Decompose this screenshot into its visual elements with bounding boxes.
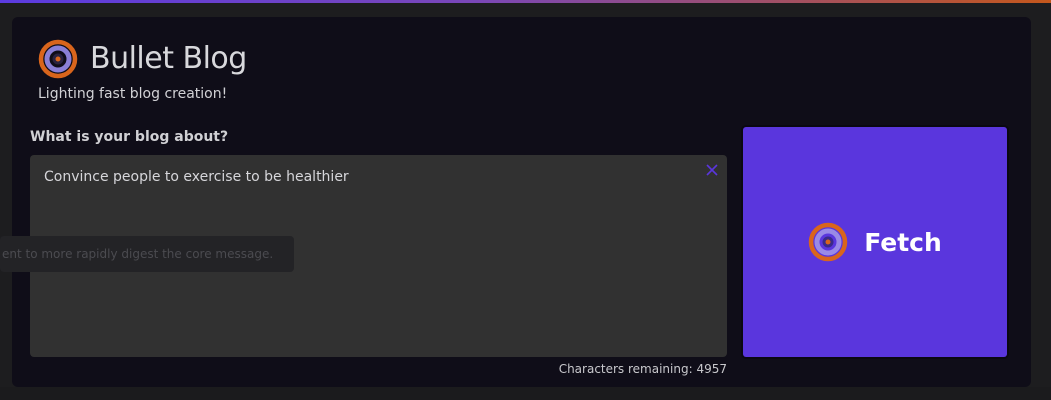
- app-tagline: Lighting fast blog creation!: [38, 86, 228, 102]
- background-ghost-text: ent to more rapidly digest the core mess…: [0, 236, 294, 272]
- close-icon[interactable]: [705, 163, 719, 177]
- target-icon: [38, 39, 78, 79]
- app-title: Bullet Blog: [90, 41, 247, 76]
- target-icon: [808, 222, 848, 262]
- brand-header: Bullet Blog: [38, 39, 247, 79]
- main-panel: Bullet Blog Lighting fast blog creation!…: [12, 17, 1031, 387]
- fetch-button-label: Fetch: [864, 227, 942, 257]
- page-background-bottom: [0, 387, 1051, 400]
- top-accent-strip: [0, 0, 1051, 3]
- fetch-button[interactable]: Fetch: [743, 127, 1007, 357]
- blog-topic-label: What is your blog about?: [30, 129, 229, 145]
- characters-remaining: Characters remaining: 4957: [558, 362, 727, 376]
